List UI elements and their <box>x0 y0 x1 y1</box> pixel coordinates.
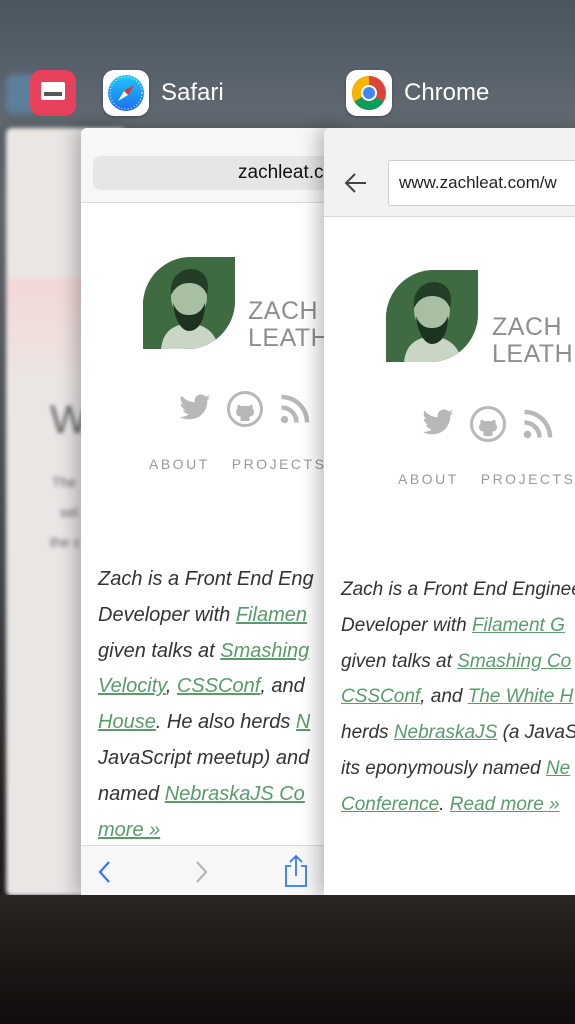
conference-link[interactable]: Conference <box>341 794 439 815</box>
bio-line: Conference. Read more » <box>341 793 560 815</box>
smashing-link[interactable]: Smashing Co <box>457 651 571 672</box>
safari-app-name: Safari <box>161 79 224 106</box>
read-more-link[interactable]: more » <box>98 819 160 841</box>
rss-icon[interactable] <box>520 406 556 442</box>
safari-toolbar <box>81 845 341 896</box>
nav-about-link[interactable]: ABOUT <box>398 471 459 487</box>
switcher-bottom-area <box>0 895 575 1024</box>
chrome-toolbar: www.zachleat.com/w <box>324 128 575 217</box>
safari-app-card[interactable]: zachleat.c ZACH LEATH ABOUT PROJECTS Zach… <box>81 128 341 896</box>
zach-logo-text: ZACH LEATH <box>248 297 330 352</box>
safari-url-text: zachleat.c <box>238 162 324 183</box>
bio-line: given talks at Smashing <box>98 639 310 662</box>
bio-line: CSSConf, and The White H <box>341 686 574 708</box>
chrome-omnibox[interactable]: www.zachleat.com/w <box>388 160 575 206</box>
bio-line: more » <box>98 813 314 849</box>
nebraskajs-link[interactable]: NebraskaJS <box>394 722 498 743</box>
filament-link[interactable]: Filamen <box>236 604 307 626</box>
safari-address-bar: zachleat.c <box>81 128 341 203</box>
velocity-link[interactable]: Velocity <box>98 675 166 697</box>
previous-app-icon[interactable] <box>6 70 76 116</box>
background-line: The <box>52 474 77 490</box>
cssconf-link[interactable]: CSSConf <box>341 686 420 707</box>
bio-line: its eponymously named Ne <box>341 757 571 779</box>
bio-line: Zach is a Front End Enginee <box>341 579 575 600</box>
chrome-app-name: Chrome <box>404 79 490 106</box>
cssconf-link[interactable]: CSSConf <box>177 675 260 697</box>
safari-url-field[interactable]: zachleat.c <box>93 156 341 190</box>
bio-line: named NebraskaJS Co <box>98 782 305 805</box>
zach-avatar-image <box>143 257 235 349</box>
twitter-icon[interactable] <box>177 391 213 425</box>
back-chevron-icon[interactable] <box>97 860 113 884</box>
background-line: the c <box>50 534 81 550</box>
background-line: sel <box>60 504 78 520</box>
filament-link[interactable]: Filament G <box>472 615 565 636</box>
safari-app-label[interactable]: Safari <box>103 70 224 116</box>
nebraskajs-link[interactable]: N <box>296 711 310 733</box>
bio-line: House. He also herds N <box>98 711 311 734</box>
github-icon[interactable] <box>470 406 506 442</box>
chrome-app-label[interactable]: Chrome <box>346 70 489 116</box>
social-links <box>177 391 313 427</box>
bio-line: herds NebraskaJS (a JavaS <box>341 722 575 744</box>
nav-projects-link[interactable]: PROJECTS <box>481 471 575 487</box>
read-more-link[interactable]: Read more » <box>450 794 560 815</box>
nebraskajs-conf-link[interactable]: NebraskaJS Co <box>165 783 305 805</box>
chrome-icon <box>346 70 392 116</box>
nav-projects-link[interactable]: PROJECTS <box>232 456 327 472</box>
bio-line: Zach is a Front End Eng <box>98 568 314 590</box>
bio-line: Developer with Filamen <box>98 603 307 626</box>
safari-icon <box>103 70 149 116</box>
chrome-url-text: www.zachleat.com/w <box>399 173 557 192</box>
bio-paragraph: Zach is a Front End Eng Developer with F… <box>98 562 314 848</box>
bio-line: Developer with Filament G <box>341 614 565 636</box>
site-nav: ABOUT PROJECTS <box>398 471 575 487</box>
zach-avatar-image <box>386 270 478 362</box>
site-nav: ABOUT PROJECTS <box>149 456 341 472</box>
forward-chevron-icon[interactable] <box>193 860 209 884</box>
white-house-link[interactable]: House <box>98 711 156 733</box>
bio-paragraph: Zach is a Front End Enginee Developer wi… <box>341 572 575 823</box>
share-icon[interactable] <box>283 854 309 888</box>
white-house-link[interactable]: The White H <box>468 686 574 707</box>
bio-line: given talks at Smashing Co <box>341 650 572 672</box>
nebraskajs-conf-link[interactable]: Ne <box>546 758 570 779</box>
bio-line: Velocity, CSSConf, and <box>98 675 305 698</box>
twitter-icon[interactable] <box>420 406 456 440</box>
nav-about-link[interactable]: ABOUT <box>149 456 210 472</box>
chrome-app-card[interactable]: www.zachleat.com/w ZACH LEATHE ABOUT PROJ… <box>324 128 575 896</box>
social-links <box>420 406 556 442</box>
rss-icon[interactable] <box>277 391 313 427</box>
bio-line: JavaScript meetup) and <box>98 746 310 769</box>
smashing-link[interactable]: Smashing <box>220 640 309 662</box>
back-arrow-icon[interactable] <box>344 172 368 194</box>
zach-logo-text: ZACH LEATHE <box>492 313 575 368</box>
github-icon[interactable] <box>227 391 263 427</box>
